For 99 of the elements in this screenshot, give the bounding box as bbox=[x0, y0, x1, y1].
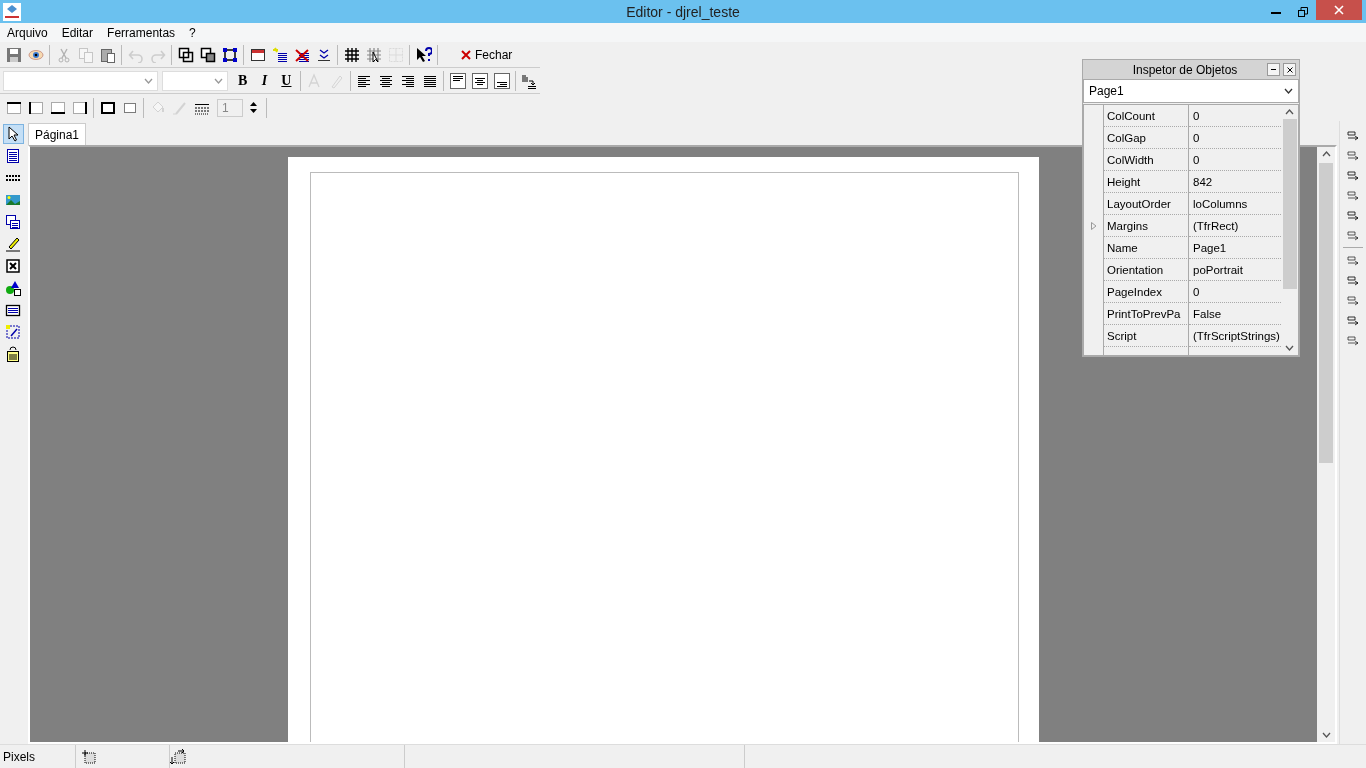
copy-icon bbox=[77, 46, 94, 63]
align-icon bbox=[1345, 209, 1361, 221]
align-icon bbox=[1345, 129, 1361, 141]
send-back-icon bbox=[199, 46, 216, 63]
help-icon bbox=[415, 46, 432, 63]
inspector-title: Inspetor de Objetos bbox=[1131, 62, 1239, 77]
spin-up-icon bbox=[250, 102, 257, 106]
position-icon bbox=[82, 749, 96, 764]
scroll-thumb[interactable] bbox=[1319, 163, 1333, 463]
align-icon bbox=[1345, 314, 1361, 326]
property-name[interactable]: LayoutOrder bbox=[1104, 193, 1189, 215]
property-name[interactable]: Height bbox=[1104, 171, 1189, 193]
paste-icon bbox=[99, 46, 116, 63]
frame-right-icon bbox=[71, 99, 88, 116]
property-name[interactable]: ColGap bbox=[1104, 127, 1189, 149]
valign-top-icon bbox=[449, 72, 466, 89]
menu-item[interactable]: Ferramentas bbox=[100, 25, 183, 40]
property-value[interactable]: False bbox=[1189, 303, 1281, 325]
window-title: Editor - djrel_teste bbox=[626, 3, 740, 20]
rich-text-icon bbox=[5, 302, 21, 318]
minimize-button[interactable] bbox=[1267, 63, 1280, 76]
property-value[interactable]: loColumns bbox=[1189, 193, 1281, 215]
page-window-icon bbox=[249, 46, 266, 63]
units-label: Pixels bbox=[0, 745, 76, 768]
align-icon bbox=[1345, 274, 1361, 286]
add-band-icon bbox=[271, 46, 288, 63]
grid-icon bbox=[343, 46, 360, 63]
page-tab[interactable]: Página1 bbox=[28, 123, 87, 145]
property-name[interactable]: Name bbox=[1104, 237, 1189, 259]
property-value[interactable]: poPortrait bbox=[1189, 259, 1281, 281]
property-value[interactable]: 0 bbox=[1189, 105, 1281, 127]
text-object-icon bbox=[5, 148, 21, 164]
align-icon bbox=[1345, 294, 1361, 306]
scroll-down-icon bbox=[1321, 732, 1331, 738]
property-value[interactable]: 0 bbox=[1189, 281, 1281, 303]
cross-frame-icon bbox=[5, 258, 21, 274]
menu-item[interactable]: Arquivo bbox=[0, 25, 55, 40]
property-name[interactable]: ColWidth bbox=[1104, 149, 1189, 171]
scissors-icon bbox=[55, 46, 72, 63]
scroll-up-icon bbox=[1321, 151, 1331, 157]
valign-middle-icon bbox=[471, 72, 488, 89]
valign-top-button[interactable] bbox=[447, 70, 469, 91]
bring-front-icon bbox=[177, 46, 194, 63]
rotate-text-icon bbox=[521, 72, 538, 89]
frame-all-icon bbox=[99, 99, 116, 116]
property-value[interactable]: (TfrRect) bbox=[1189, 215, 1281, 237]
floppy-icon bbox=[5, 46, 22, 63]
subreport-icon bbox=[5, 214, 21, 230]
pencil-icon bbox=[5, 236, 21, 252]
property-name[interactable]: PrintToPrevPa bbox=[1104, 303, 1189, 325]
scroll-up-icon bbox=[1285, 109, 1294, 115]
property-name[interactable]: Script bbox=[1104, 325, 1189, 347]
align-icon bbox=[1345, 229, 1361, 241]
size-icon bbox=[170, 748, 186, 765]
align-icon bbox=[1345, 189, 1361, 201]
delete-band-icon bbox=[293, 46, 310, 63]
frame-top-icon bbox=[5, 99, 22, 116]
property-name[interactable]: PageIndex bbox=[1104, 281, 1189, 303]
valign-bottom-icon bbox=[493, 72, 510, 89]
property-name[interactable]: ColCount bbox=[1104, 105, 1189, 127]
shapes-icon bbox=[5, 280, 21, 296]
restore-icon bbox=[1297, 6, 1308, 17]
valign-middle-button[interactable] bbox=[469, 70, 491, 91]
align-icon bbox=[1345, 334, 1361, 346]
menu-item[interactable]: Editar bbox=[54, 25, 101, 40]
pointer-tool-button[interactable] bbox=[2, 124, 24, 144]
close-icon bbox=[461, 49, 471, 60]
image-icon bbox=[5, 192, 21, 208]
app-logo-icon bbox=[3, 2, 21, 21]
property-value[interactable]: 0 bbox=[1189, 149, 1281, 171]
spin-down-icon bbox=[250, 109, 257, 113]
scroll-thumb[interactable] bbox=[1282, 119, 1297, 289]
menu-item[interactable]: ? bbox=[182, 25, 203, 40]
close-report-button[interactable]: Fechar bbox=[449, 44, 525, 65]
tool-button[interactable]: U bbox=[275, 70, 297, 91]
grid-cursor-icon bbox=[365, 46, 382, 63]
close-icon bbox=[1334, 5, 1344, 15]
object-selector[interactable]: Page1 bbox=[1083, 79, 1299, 103]
close-button[interactable] bbox=[1283, 63, 1296, 76]
band-icon bbox=[5, 175, 21, 181]
selection-icon bbox=[221, 46, 238, 63]
pointer-icon bbox=[5, 126, 21, 142]
tool-button[interactable]: B bbox=[232, 70, 254, 91]
minimize-icon bbox=[1271, 68, 1276, 71]
scroll-down-icon bbox=[1285, 345, 1294, 351]
property-value[interactable]: (TfrScriptStrings) bbox=[1189, 325, 1281, 347]
close-icon bbox=[1286, 66, 1293, 73]
align-icon bbox=[1345, 169, 1361, 181]
property-value[interactable]: 0 bbox=[1189, 127, 1281, 149]
align-icon bbox=[1345, 149, 1361, 161]
frame-left-icon bbox=[27, 99, 44, 116]
property-value[interactable]: Page1 bbox=[1189, 237, 1281, 259]
valign-bottom-button[interactable] bbox=[491, 70, 512, 91]
property-value[interactable]: 842 bbox=[1189, 171, 1281, 193]
tool-button[interactable]: I bbox=[254, 70, 275, 91]
align-icon bbox=[1345, 254, 1361, 266]
property-name[interactable]: Margins bbox=[1104, 215, 1189, 237]
frame-bottom-icon bbox=[49, 99, 66, 116]
property-name[interactable]: Orientation bbox=[1104, 259, 1189, 281]
